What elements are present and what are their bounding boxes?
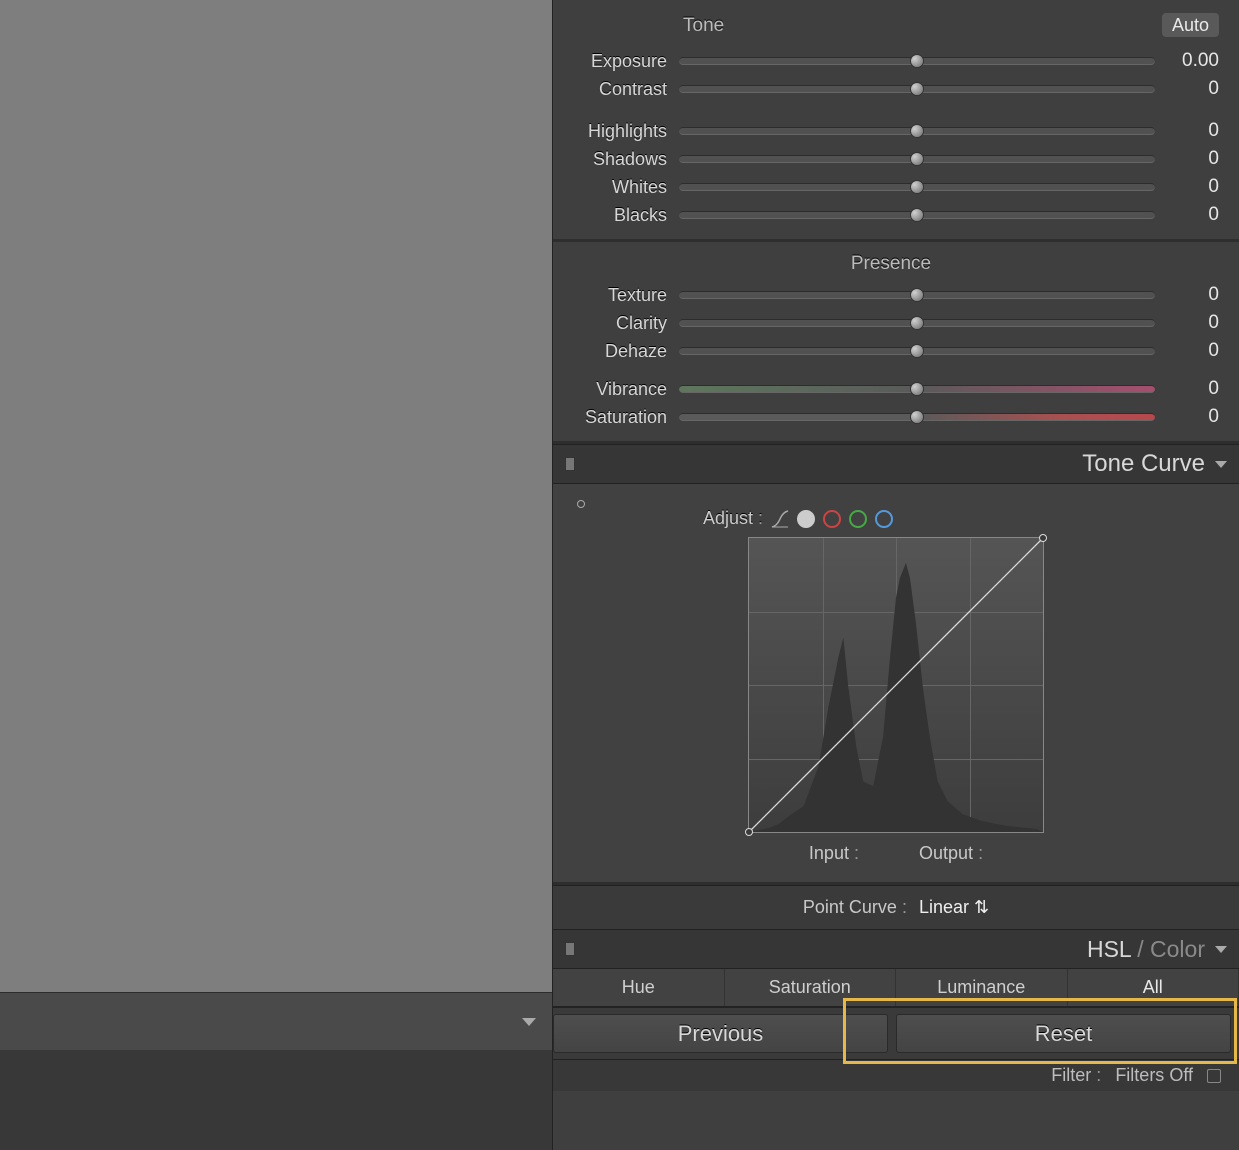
filter-bar: Filter : Filters Off [553, 1059, 1239, 1091]
panel-toggle-icon[interactable] [565, 942, 575, 956]
auto-button[interactable]: Auto [1162, 13, 1219, 37]
previous-button[interactable]: Previous [553, 1014, 888, 1053]
action-buttons: Previous Reset [553, 1007, 1239, 1059]
hsl-tabs: Hue Saturation Luminance All [553, 969, 1239, 1007]
tab-all[interactable]: All [1068, 969, 1239, 1006]
chevron-down-icon[interactable] [522, 1018, 536, 1026]
slider-thumb[interactable] [910, 382, 924, 396]
tab-luminance[interactable]: Luminance [896, 969, 1068, 1006]
slider-dehaze[interactable]: Dehaze 0 [563, 337, 1219, 365]
slider-whites[interactable]: Whites 0 [563, 173, 1219, 201]
slider-saturation[interactable]: Saturation 0 [563, 403, 1219, 431]
green-channel-icon[interactable] [849, 510, 867, 528]
slider-exposure[interactable]: Exposure 0.00 [563, 47, 1219, 75]
hsl-header[interactable]: HSL / Color [553, 929, 1239, 969]
slider-thumb[interactable] [910, 208, 924, 222]
slider-thumb[interactable] [910, 410, 924, 424]
slider-thumb[interactable] [910, 82, 924, 96]
curve-point[interactable] [745, 828, 753, 836]
point-curve-select[interactable]: Linear ⇅ [919, 897, 989, 918]
panel-toggle-icon[interactable] [565, 457, 575, 471]
lock-icon[interactable] [1207, 1069, 1221, 1083]
slider-thumb[interactable] [910, 288, 924, 302]
tone-curve-panel: Adjust : Input : Output : [553, 484, 1239, 885]
develop-panel: Tone Auto Exposure 0.00 Contrast 0 Highl… [552, 0, 1239, 1150]
point-curve-icon[interactable] [797, 510, 815, 528]
target-adjust-icon[interactable] [577, 500, 585, 508]
slider-shadows[interactable]: Shadows 0 [563, 145, 1219, 173]
slider-highlights[interactable]: Highlights 0 [563, 117, 1219, 145]
tab-hue[interactable]: Hue [553, 969, 725, 1006]
tone-title: Tone [683, 15, 1162, 37]
slider-thumb[interactable] [910, 152, 924, 166]
slider-thumb[interactable] [910, 124, 924, 138]
presence-title: Presence [563, 253, 1219, 275]
blue-channel-icon[interactable] [875, 510, 893, 528]
chevron-down-icon[interactable] [1215, 946, 1227, 953]
preview-area [0, 0, 552, 992]
red-channel-icon[interactable] [823, 510, 841, 528]
slider-thumb[interactable] [910, 344, 924, 358]
slider-texture[interactable]: Texture 0 [563, 281, 1219, 309]
point-curve-row: Point Curve : Linear ⇅ [553, 885, 1239, 929]
reset-button[interactable]: Reset [896, 1014, 1231, 1053]
tab-saturation[interactable]: Saturation [725, 969, 897, 1006]
tone-curve-graph[interactable] [748, 537, 1044, 833]
tone-panel: Tone Auto Exposure 0.00 Contrast 0 Highl… [553, 0, 1239, 242]
slider-thumb[interactable] [910, 180, 924, 194]
parametric-curve-icon[interactable] [771, 510, 789, 528]
slider-clarity[interactable]: Clarity 0 [563, 309, 1219, 337]
tone-curve-header[interactable]: Tone Curve [553, 444, 1239, 484]
slider-thumb[interactable] [910, 54, 924, 68]
filter-select[interactable]: Filters Off [1115, 1065, 1193, 1086]
presence-panel: Presence Texture 0 Clarity 0 Dehaze 0 Vi… [553, 242, 1239, 444]
slider-vibrance[interactable]: Vibrance 0 [563, 375, 1219, 403]
slider-blacks[interactable]: Blacks 0 [563, 201, 1219, 229]
slider-contrast[interactable]: Contrast 0 [563, 75, 1219, 103]
chevron-down-icon[interactable] [1215, 461, 1227, 468]
curve-point[interactable] [1039, 534, 1047, 542]
left-footer [0, 992, 552, 1050]
slider-thumb[interactable] [910, 316, 924, 330]
